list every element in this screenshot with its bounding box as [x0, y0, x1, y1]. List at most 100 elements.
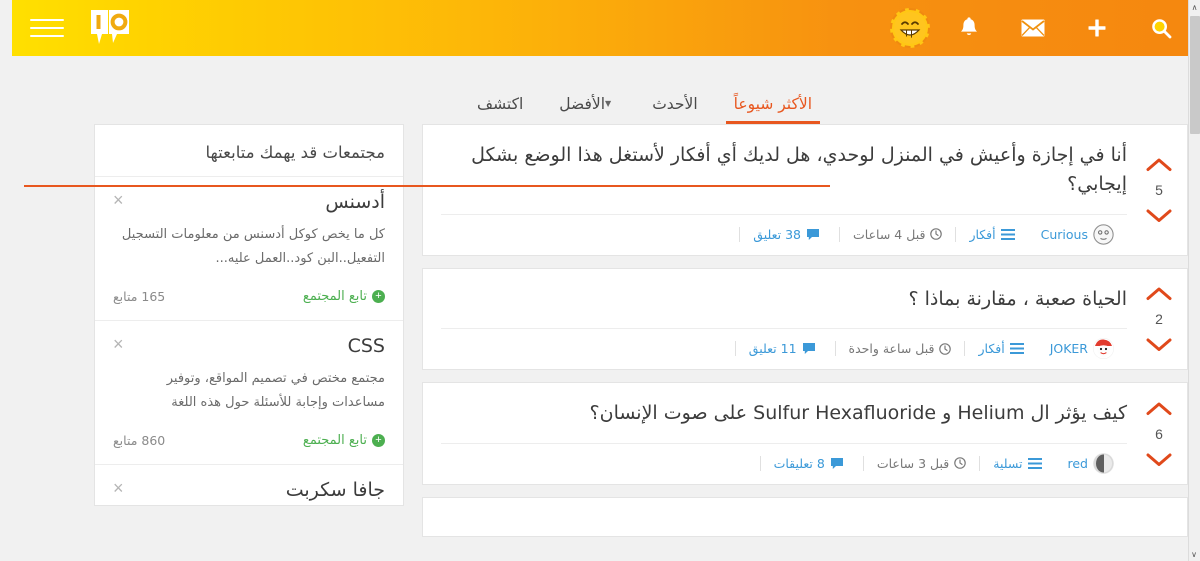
post-comments[interactable]: 38 تعليق	[739, 226, 833, 242]
search-icon[interactable]	[1136, 8, 1186, 48]
community-item: أدسنس × كل ما يخص كوكل أدسنس من معلومات …	[95, 176, 403, 320]
followers-count: 860 متابع	[113, 433, 166, 449]
hamburger-menu-icon[interactable]	[30, 13, 64, 43]
vote-box: 6	[1131, 383, 1187, 483]
follow-community-button[interactable]: + تابع المجتمع	[303, 289, 385, 304]
post-author[interactable]: JOKER	[1037, 338, 1127, 360]
scrollbar-thumb[interactable]	[1190, 16, 1200, 134]
community-header: أدسنس ×	[113, 191, 385, 213]
close-icon[interactable]: ×	[113, 335, 124, 353]
clock-icon	[954, 457, 967, 470]
plus-circle-icon: +	[372, 434, 385, 448]
app-header	[12, 0, 1200, 56]
community-item: جافا سكربت ×	[95, 464, 403, 505]
post-body: أنا في إجازة وأعيش في المنزل لوحدي، هل ل…	[423, 125, 1131, 255]
community-footer: + تابع المجتمع 860 متابع	[113, 433, 385, 448]
tab-label: الأفضل	[559, 94, 606, 113]
community-description: مجتمع مختص في تصميم المواقع، وتوفير مساع…	[166, 371, 385, 411]
post-title[interactable]: كيف يؤثر ال Helium و Sulfur Hexafluoride…	[441, 399, 1127, 442]
community-header: CSS ×	[113, 335, 385, 357]
community-name[interactable]: CSS	[348, 335, 385, 357]
scroll-down-button[interactable]: ∨	[1188, 547, 1200, 561]
community-name[interactable]: جافا سكربت	[286, 479, 385, 501]
post-comments[interactable]: 8 تعليقات	[759, 455, 857, 471]
tab-underline-rule	[24, 185, 830, 187]
envelope-icon[interactable]	[1008, 8, 1058, 48]
list-icon	[1027, 457, 1042, 469]
community-footer: + تابع المجتمع 165 متابع	[113, 289, 385, 304]
follow-label: تابع المجتمع	[302, 433, 367, 449]
scroll-up-button[interactable]: ∧	[1189, 0, 1200, 14]
vote-count: 5	[1155, 181, 1163, 198]
upvote-icon[interactable]	[1146, 401, 1172, 416]
post-card: 6 كيف يؤثر ال Helium و Sulfur Hexafluori…	[422, 382, 1188, 485]
post-category[interactable]: تسلية	[979, 455, 1054, 471]
community-header: جافا سكربت ×	[113, 479, 385, 501]
page-scrollbar[interactable]: ∧ ∨	[1188, 0, 1200, 561]
post-card-partial	[422, 496, 1188, 537]
clock-icon	[930, 228, 943, 241]
downvote-icon[interactable]	[1146, 452, 1172, 467]
post-author[interactable]: Curious	[1028, 223, 1127, 245]
plus-icon[interactable]	[1072, 8, 1122, 48]
plus-circle-icon: +	[372, 290, 385, 304]
followers-count: 165 متابع	[113, 289, 166, 305]
post-body: الحياة صعبة ، مقارنة بماذا ؟ JOKER أفكار…	[423, 269, 1131, 369]
post-category[interactable]: أفكار	[955, 226, 1027, 242]
header-left-group	[886, 8, 1186, 48]
post-author[interactable]: red	[1055, 452, 1128, 474]
tab-label: الأحدث	[652, 94, 698, 113]
bell-icon[interactable]	[944, 8, 994, 48]
close-icon[interactable]: ×	[113, 479, 124, 497]
follow-community-button[interactable]: + تابع المجتمع	[303, 433, 385, 448]
downvote-icon[interactable]	[1146, 208, 1172, 223]
sidebar: مجتمعات قد يهمك متابعتها أدسنس × كل ما ي…	[94, 124, 404, 507]
tab-most-popular[interactable]: الأكثر شيوعاً	[716, 94, 830, 125]
header-right-group	[30, 8, 132, 48]
upvote-icon[interactable]	[1146, 157, 1172, 172]
post-time: قبل 4 ساعات	[839, 226, 955, 242]
io-speech-bubble-logo[interactable]	[88, 8, 132, 48]
content-columns: 5 أنا في إجازة وأعيش في المنزل لوحدي، هل…	[12, 124, 1200, 549]
comment-bubble-icon	[807, 228, 819, 240]
post-comments[interactable]: 11 تعليق	[734, 341, 829, 357]
comments-label: 11 تعليق	[748, 341, 797, 357]
chevron-down-icon: ▼	[605, 99, 612, 108]
post-time: قبل 3 ساعات	[862, 455, 979, 471]
post-title[interactable]: الحياة صعبة ، مقارنة بماذا ؟	[441, 285, 1127, 328]
community-name[interactable]: أدسنس	[325, 191, 385, 213]
red-photo-avatar	[1093, 452, 1114, 474]
follow-label: تابع المجتمع	[302, 289, 367, 305]
comment-bubble-icon	[802, 343, 815, 355]
post-category[interactable]: أفكار	[964, 341, 1036, 357]
category-label: تسلية	[993, 455, 1023, 471]
vote-box: 2	[1131, 269, 1187, 369]
sidebar-title: مجتمعات قد يهمك متابعتها	[205, 143, 385, 162]
community-description: كل ما يخص كوكل أدسنس من معلومات التسجيل …	[121, 227, 385, 267]
curious-face-avatar	[1093, 223, 1114, 245]
downvote-icon[interactable]	[1146, 337, 1172, 352]
hamburger-line	[30, 27, 64, 29]
grinning-face-avatar[interactable]	[890, 8, 930, 48]
post-meta-row: Curious أفكار قبل 4 ساعات 38 تعليق	[441, 213, 1127, 255]
upvote-icon[interactable]	[1146, 286, 1172, 301]
post-title[interactable]: أنا في إجازة وأعيش في المنزل لوحدي، هل ل…	[441, 141, 1127, 214]
vote-count: 2	[1155, 311, 1163, 328]
suggested-communities-card: مجتمعات قد يهمك متابعتها أدسنس × كل ما ي…	[94, 124, 404, 507]
author-name: red	[1067, 455, 1089, 471]
comment-bubble-icon	[830, 457, 843, 469]
tab-newest[interactable]: الأحدث	[634, 94, 715, 125]
tab-label: اكتشف	[477, 94, 524, 113]
list-icon	[1000, 228, 1015, 240]
close-icon[interactable]: ×	[113, 191, 124, 209]
post-meta-row: JOKER أفكار قبل ساعة واحدة 11 تعليق	[441, 328, 1127, 369]
hamburger-line	[30, 35, 64, 37]
tab-discover[interactable]: اكتشف	[459, 94, 541, 125]
post-meta-row: red تسلية قبل 3 ساعات 8 تعليقات	[441, 442, 1128, 484]
tab-label: الأكثر شيوعاً	[733, 94, 812, 113]
comments-label: 38 تعليق	[753, 226, 801, 242]
time-label: قبل 4 ساعات	[853, 226, 926, 242]
tab-best[interactable]: ▼الأفضل	[541, 94, 634, 125]
category-label: أفكار	[978, 341, 1005, 357]
joker-face-avatar	[1093, 338, 1114, 360]
